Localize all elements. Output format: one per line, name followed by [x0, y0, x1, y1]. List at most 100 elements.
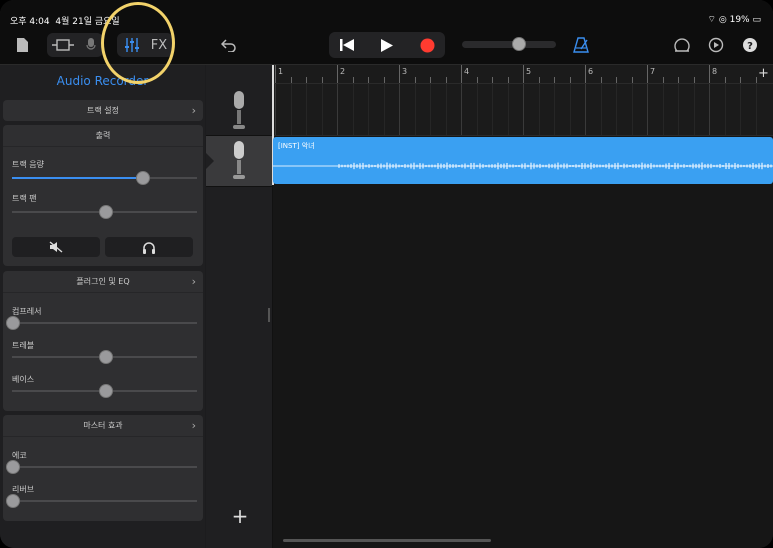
horizontal-scrollbar[interactable] — [283, 539, 491, 542]
waveform — [273, 162, 773, 170]
grid-line — [554, 84, 555, 135]
compressor-slider[interactable] — [6, 316, 197, 330]
output-section: 출력 트랙 음량 트랙 팬 — [3, 125, 203, 266]
ruler-tick — [461, 65, 462, 83]
track-settings-section[interactable]: 트랙 설정 › — [3, 100, 203, 121]
grid-line — [337, 84, 338, 135]
grid-line — [445, 84, 447, 135]
undo-icon[interactable] — [218, 35, 240, 55]
grid-line — [290, 84, 292, 135]
plugins-eq-header[interactable]: 플러그인 및 EQ › — [3, 271, 203, 293]
grid-line — [523, 84, 524, 135]
grid-line — [755, 84, 757, 135]
grid-line — [662, 84, 664, 135]
section-label: 마스터 효과 — [83, 421, 123, 430]
grid-line — [492, 84, 493, 135]
help-icon[interactable]: ? — [739, 35, 761, 55]
track-pan-knob[interactable] — [98, 205, 113, 219]
solo-button[interactable] — [105, 237, 193, 257]
bass-knob[interactable] — [98, 384, 113, 398]
rewind-to-start-icon[interactable] — [333, 35, 361, 55]
grid-line — [476, 84, 478, 135]
compressor-knob[interactable] — [6, 316, 20, 330]
ruler-tick — [290, 77, 292, 83]
ruler-tick — [569, 77, 571, 83]
treble-knob[interactable] — [98, 350, 113, 364]
metronome-icon[interactable] — [570, 35, 592, 55]
ruler-tick — [538, 77, 540, 83]
track-volume-label: 트랙 음량 — [12, 160, 44, 169]
track-volume-slider[interactable] — [12, 171, 197, 185]
ruler-tick — [414, 77, 416, 83]
track-volume-fill — [12, 177, 142, 179]
battery-icon: ▭ — [752, 15, 761, 25]
track-settings-header[interactable]: 트랙 설정 › — [3, 100, 203, 121]
transport-group — [329, 32, 445, 58]
bar-number: 6 — [588, 67, 594, 76]
track-header-2-selected[interactable] — [206, 136, 272, 187]
track-header-1[interactable] — [206, 84, 272, 136]
reverb-slider[interactable] — [6, 494, 197, 508]
timeline-ruler[interactable]: 1 2 3 4 5 6 7 8 + — [273, 65, 773, 84]
settings-icon[interactable] — [705, 35, 727, 55]
ruler-tick — [616, 77, 617, 83]
document-icon[interactable] — [12, 35, 32, 55]
grid-line — [709, 84, 710, 135]
grid-line — [368, 84, 369, 135]
record-button[interactable] — [413, 35, 441, 55]
grid-line — [399, 84, 400, 135]
ruler-tick — [321, 77, 323, 83]
clock: 오후 4:04 — [10, 17, 50, 27]
master-volume-slider[interactable] — [462, 37, 556, 51]
ruler-tick — [275, 65, 276, 83]
section-label: 플러그인 및 EQ — [76, 277, 130, 286]
ruler-tick — [523, 65, 524, 83]
reverb-knob[interactable] — [6, 494, 20, 508]
add-track-icon[interactable]: + — [231, 506, 249, 526]
grid-line — [600, 84, 602, 135]
svg-text:?: ? — [747, 41, 753, 52]
grid-line — [538, 84, 540, 135]
track-pan-slider[interactable] — [12, 205, 197, 219]
ruler-tick — [554, 77, 555, 83]
grid-line — [647, 84, 648, 135]
bass-label: 베이스 — [12, 375, 35, 384]
grid-line — [740, 84, 741, 135]
master-effects-header[interactable]: 마스터 효과 › — [3, 415, 203, 437]
grid-line — [461, 84, 462, 135]
bar-number: 4 — [464, 67, 470, 76]
reverb-label: 리버브 — [12, 485, 35, 494]
track-pan-label: 트랙 팬 — [12, 194, 37, 203]
region-name: [INST] 악녀 — [278, 142, 315, 150]
grid-line — [724, 84, 726, 135]
loop-browser-icon[interactable] — [671, 35, 693, 55]
grid-line — [306, 84, 307, 135]
ruler-tick — [678, 77, 679, 83]
add-section-icon[interactable]: + — [758, 66, 769, 81]
audio-region[interactable]: [INST] 악녀 — [273, 137, 773, 184]
grid-line — [693, 84, 695, 135]
treble-slider[interactable] — [12, 350, 197, 364]
ruler-tick — [399, 65, 400, 83]
bass-slider[interactable] — [12, 384, 197, 398]
grid-line — [352, 84, 354, 135]
master-effects-section: 마스터 효과 › 에코 리버브 — [3, 415, 203, 521]
bar-number: 8 — [712, 67, 718, 76]
play-icon[interactable] — [373, 35, 401, 55]
mute-button[interactable] — [12, 237, 100, 257]
echo-slider[interactable] — [6, 460, 197, 474]
chevron-right-icon: › — [191, 104, 196, 117]
bar-number: 2 — [340, 67, 346, 76]
microphone-icon[interactable] — [81, 35, 101, 55]
headphones-icon — [143, 241, 155, 254]
track-volume-knob[interactable] — [135, 171, 150, 185]
ruler-tick — [585, 65, 586, 83]
echo-knob[interactable] — [6, 460, 20, 474]
ruler-tick — [430, 77, 431, 83]
bar-number: 7 — [650, 67, 656, 76]
panel-resize-handle[interactable] — [268, 308, 270, 322]
ruler-tick — [709, 65, 710, 83]
status-right: ⌔ ◎ 19% ▭ — [708, 14, 761, 25]
tracks-view-icon[interactable] — [49, 35, 77, 55]
master-volume-knob[interactable] — [512, 37, 527, 51]
